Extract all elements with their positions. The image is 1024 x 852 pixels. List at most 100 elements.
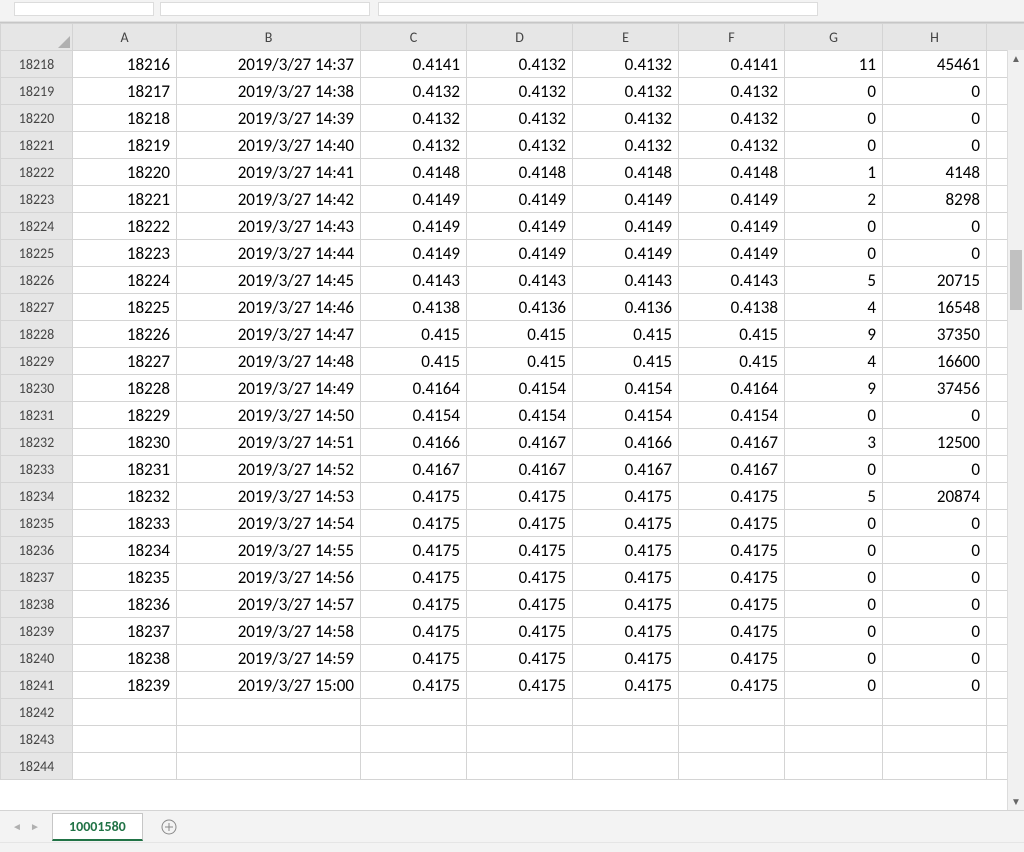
cell-B[interactable]: 2019/3/27 14:45 [177, 267, 361, 294]
cell-C[interactable]: 0.4138 [361, 294, 467, 321]
cell-G[interactable]: 0 [785, 402, 883, 429]
row-header[interactable]: 18235 [1, 510, 73, 537]
cell-F[interactable]: 0.4175 [679, 537, 785, 564]
cell-F[interactable] [679, 726, 785, 753]
cell-G[interactable]: 5 [785, 267, 883, 294]
cell-F[interactable]: 0.415 [679, 321, 785, 348]
formula-bar-input[interactable] [378, 2, 818, 16]
cell-D[interactable]: 0.4175 [467, 510, 573, 537]
cell-B[interactable]: 2019/3/27 14:40 [177, 132, 361, 159]
cell-B[interactable]: 2019/3/27 14:47 [177, 321, 361, 348]
cell-A[interactable]: 18216 [73, 51, 177, 78]
cell-H[interactable]: 12500 [883, 429, 987, 456]
cell-A[interactable]: 18231 [73, 456, 177, 483]
cell-G[interactable]: 0 [785, 456, 883, 483]
cell-F[interactable]: 0.4167 [679, 429, 785, 456]
cell-F[interactable]: 0.415 [679, 348, 785, 375]
cell-E[interactable]: 0.4136 [573, 294, 679, 321]
row-header[interactable]: 18236 [1, 537, 73, 564]
cell-H[interactable]: 0 [883, 618, 987, 645]
cell-D[interactable]: 0.4149 [467, 240, 573, 267]
cell-F[interactable]: 0.4175 [679, 618, 785, 645]
row-header[interactable]: 18238 [1, 591, 73, 618]
cell-D[interactable] [467, 753, 573, 780]
cell-D[interactable]: 0.4154 [467, 402, 573, 429]
cell-H[interactable]: 0 [883, 537, 987, 564]
cell-D[interactable] [467, 726, 573, 753]
row-header[interactable]: 18231 [1, 402, 73, 429]
cell-D[interactable]: 0.4149 [467, 213, 573, 240]
scroll-down-button[interactable]: ▼ [1008, 793, 1024, 810]
cell-B[interactable]: 2019/3/27 14:50 [177, 402, 361, 429]
col-header-H[interactable]: H [883, 24, 987, 51]
cell-A[interactable]: 18225 [73, 294, 177, 321]
cell-E[interactable] [573, 726, 679, 753]
cell-C[interactable]: 0.4175 [361, 618, 467, 645]
cell-C[interactable]: 0.4149 [361, 240, 467, 267]
cell-H[interactable]: 0 [883, 132, 987, 159]
cell-B[interactable] [177, 753, 361, 780]
cell-F[interactable]: 0.4148 [679, 159, 785, 186]
cell-A[interactable]: 18234 [73, 537, 177, 564]
row-header[interactable]: 18232 [1, 429, 73, 456]
cell-C[interactable]: 0.4132 [361, 78, 467, 105]
cell-G[interactable] [785, 726, 883, 753]
row-header[interactable]: 18239 [1, 618, 73, 645]
cell-E[interactable]: 0.415 [573, 348, 679, 375]
cell-D[interactable]: 0.4148 [467, 159, 573, 186]
cell-A[interactable]: 18228 [73, 375, 177, 402]
col-header-C[interactable]: C [361, 24, 467, 51]
cell-G[interactable]: 1 [785, 159, 883, 186]
cell-D[interactable]: 0.4132 [467, 78, 573, 105]
cell-E[interactable]: 0.4175 [573, 564, 679, 591]
cell-C[interactable]: 0.4175 [361, 591, 467, 618]
col-header-next[interactable] [987, 24, 1024, 51]
row-header[interactable]: 18229 [1, 348, 73, 375]
cell-F[interactable]: 0.4149 [679, 240, 785, 267]
scroll-up-button[interactable]: ▲ [1008, 50, 1024, 67]
cell-H[interactable] [883, 726, 987, 753]
cell-D[interactable]: 0.4136 [467, 294, 573, 321]
cell-G[interactable]: 9 [785, 321, 883, 348]
cell-F[interactable]: 0.4149 [679, 213, 785, 240]
cell-A[interactable] [73, 699, 177, 726]
cell-A[interactable]: 18237 [73, 618, 177, 645]
cell-B[interactable]: 2019/3/27 14:41 [177, 159, 361, 186]
row-header[interactable]: 18224 [1, 213, 73, 240]
cell-B[interactable]: 2019/3/27 14:55 [177, 537, 361, 564]
cell-A[interactable]: 18219 [73, 132, 177, 159]
cell-A[interactable]: 18233 [73, 510, 177, 537]
cell-G[interactable]: 0 [785, 78, 883, 105]
cell-D[interactable]: 0.4154 [467, 375, 573, 402]
cell-C[interactable]: 0.4166 [361, 429, 467, 456]
cell-G[interactable]: 0 [785, 618, 883, 645]
cell-A[interactable]: 18220 [73, 159, 177, 186]
col-header-B[interactable]: B [177, 24, 361, 51]
cell-A[interactable]: 18223 [73, 240, 177, 267]
cell-D[interactable]: 0.4175 [467, 564, 573, 591]
cell-D[interactable]: 0.4143 [467, 267, 573, 294]
cell-F[interactable]: 0.4175 [679, 483, 785, 510]
cell-A[interactable] [73, 753, 177, 780]
formula-bar-buttons[interactable] [160, 2, 370, 16]
cell-E[interactable]: 0.4175 [573, 591, 679, 618]
cell-A[interactable]: 18217 [73, 78, 177, 105]
add-sheet-button[interactable] [157, 815, 181, 839]
cell-B[interactable]: 2019/3/27 14:51 [177, 429, 361, 456]
cell-G[interactable]: 0 [785, 213, 883, 240]
cell-H[interactable]: 16548 [883, 294, 987, 321]
cell-F[interactable]: 0.4164 [679, 375, 785, 402]
cell-E[interactable]: 0.4154 [573, 375, 679, 402]
cell-E[interactable] [573, 753, 679, 780]
row-header[interactable]: 18223 [1, 186, 73, 213]
row-header[interactable]: 18226 [1, 267, 73, 294]
cell-B[interactable]: 2019/3/27 14:53 [177, 483, 361, 510]
cell-C[interactable]: 0.415 [361, 348, 467, 375]
cell-H[interactable]: 0 [883, 591, 987, 618]
row-header[interactable]: 18225 [1, 240, 73, 267]
cell-E[interactable]: 0.4132 [573, 51, 679, 78]
row-header[interactable]: 18220 [1, 105, 73, 132]
cell-E[interactable]: 0.4132 [573, 105, 679, 132]
row-header[interactable]: 18233 [1, 456, 73, 483]
vertical-scrollbar[interactable]: ▲ ▼ [1007, 50, 1024, 810]
